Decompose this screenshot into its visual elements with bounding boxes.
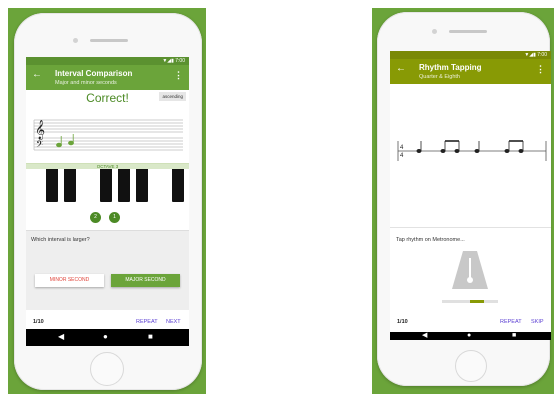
earpiece-speaker [449, 30, 487, 33]
next-button[interactable]: NEXT [166, 319, 181, 325]
status-time: 7:00 [175, 58, 185, 64]
key-marker: 1 [109, 212, 120, 223]
status-icons: ▼◢▮ [162, 58, 176, 64]
back-triangle-icon[interactable]: ◀ [422, 332, 427, 340]
back-arrow-icon[interactable]: ← [32, 70, 42, 80]
status-time: 7:00 [537, 52, 547, 58]
skip-button[interactable]: SKIP [531, 319, 544, 325]
beat-progress-track [442, 300, 498, 303]
system-nav-bar: ◀ ● ■ [26, 329, 189, 346]
beat-progress-fill [470, 300, 484, 303]
back-arrow-icon[interactable]: ← [396, 64, 406, 74]
home-circle-icon[interactable]: ● [103, 333, 108, 341]
black-key[interactable] [64, 169, 76, 202]
black-key[interactable] [136, 169, 148, 202]
page-subtitle: Quarter & Eighth [419, 74, 460, 80]
overflow-menu-icon[interactable]: ⋮ [174, 71, 183, 80]
right-screen: ▼◢▮ 7:00 ← Rhythm Tapping Quarter & Eigh… [390, 51, 551, 340]
home-button[interactable] [90, 352, 124, 386]
recents-square-icon[interactable]: ■ [148, 333, 153, 341]
quarter-note [416, 141, 422, 153]
page-title: Interval Comparison [55, 69, 133, 78]
note-1 [56, 136, 62, 148]
bottom-bar: 1/10 REPEAT SKIP [390, 319, 551, 329]
progress-counter: 1/10 [33, 319, 44, 325]
note-2 [68, 134, 74, 146]
app-bar: ← Rhythm Tapping Quarter & Eighth ⋮ [390, 59, 551, 84]
system-nav-bar: ◀ ● ■ [390, 332, 551, 340]
right-phone: ▼◢▮ 7:00 ← Rhythm Tapping Quarter & Eigh… [377, 12, 551, 386]
app-bar: ← Interval Comparison Major and minor se… [26, 65, 189, 90]
recents-square-icon[interactable]: ■ [512, 332, 516, 340]
front-camera [432, 29, 437, 34]
metronome-icon[interactable] [450, 249, 490, 293]
key-marker: 2 [90, 212, 101, 223]
bass-clef-icon: 𝄢 [36, 139, 43, 152]
instruction-text: Tap rhythm on Metronome... [396, 237, 465, 243]
repeat-button[interactable]: REPEAT [136, 319, 158, 325]
repeat-button[interactable]: REPEAT [500, 319, 522, 325]
piano-keyboard: 2 1 [26, 169, 189, 231]
question-panel: Which interval is larger? MINOR SECOND M… [26, 231, 189, 310]
status-bar: ▼◢▮ 7:00 [26, 57, 189, 65]
black-key[interactable] [46, 169, 58, 202]
quarter-note [474, 141, 480, 153]
page-title: Rhythm Tapping [419, 63, 482, 72]
question-text: Which interval is larger? [31, 237, 90, 243]
bottom-bar: 1/10 REPEAT NEXT [26, 319, 189, 329]
time-signature-top: 4 [400, 145, 404, 151]
page-subtitle: Major and minor seconds [55, 80, 117, 86]
music-staff: 𝄞 𝄢 [33, 119, 183, 152]
black-key[interactable] [118, 169, 130, 202]
progress-counter: 1/10 [397, 319, 408, 325]
home-button[interactable] [455, 350, 487, 382]
divider [390, 227, 551, 228]
left-phone: ▼◢▮ 7:00 ← Interval Comparison Major and… [14, 13, 202, 390]
major-second-button[interactable]: MAJOR SECOND [111, 274, 180, 287]
back-triangle-icon[interactable]: ◀ [58, 333, 64, 341]
earpiece-speaker [90, 39, 128, 42]
treble-clef-icon: 𝄞 [35, 120, 45, 140]
status-bar: ▼◢▮ 7:00 [390, 51, 551, 59]
rhythm-staff: 4 4 [397, 140, 547, 161]
overflow-menu-icon[interactable]: ⋮ [536, 65, 545, 74]
status-icons: ▼◢▮ [524, 52, 538, 58]
minor-second-button[interactable]: MINOR SECOND [35, 274, 104, 287]
time-signature-bottom: 4 [400, 153, 404, 159]
direction-badge: ascending [159, 92, 186, 101]
left-screen: ▼◢▮ 7:00 ← Interval Comparison Major and… [26, 57, 189, 346]
black-key[interactable] [100, 169, 112, 202]
black-key[interactable] [172, 169, 184, 202]
home-circle-icon[interactable]: ● [467, 332, 471, 340]
front-camera [73, 38, 78, 43]
